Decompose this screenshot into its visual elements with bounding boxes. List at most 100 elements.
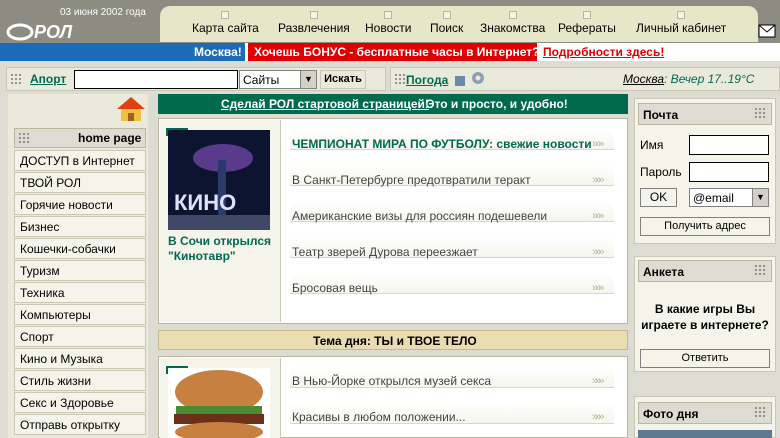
weather-link[interactable]: Погода [406, 73, 448, 87]
menu-item-label: Новости [365, 21, 412, 35]
photo-text: КИНО [174, 190, 236, 215]
chevrons-right-icon: »»» [592, 138, 604, 150]
search-scope-value: Сайты [243, 73, 280, 87]
photo-day-title: Фото дня [643, 407, 699, 421]
chevrons-right-icon: »»» [592, 375, 604, 387]
chevrons-right-icon: »»» [592, 210, 604, 222]
menu-dot-icon [582, 11, 591, 19]
chevron-down-icon: ▼ [300, 71, 316, 88]
rol-logo[interactable]: РОЛ [6, 18, 106, 42]
mail-icon[interactable] [758, 24, 776, 38]
nav-item-cinema-music[interactable]: Кино и Музыка [14, 348, 146, 369]
topic-of-day-title[interactable]: Тема дня: ТЫ и ТВОЕ ТЕЛО [313, 334, 477, 348]
banner-city: Москва! [194, 45, 242, 59]
weather-gear-icon[interactable] [454, 70, 488, 88]
chevrons-right-icon: »»» [592, 174, 604, 186]
headline-link[interactable]: Красивы в любом положении... [292, 410, 466, 424]
menu-item-label: Поиск [430, 21, 464, 35]
menu-item-search[interactable]: Поиск [430, 11, 464, 35]
headline-link[interactable]: Бросовая вещь [292, 281, 378, 295]
search-input[interactable] [74, 70, 238, 89]
weather-value: : Вечер 17..19°С [664, 72, 755, 86]
nav-item-business[interactable]: Бизнес [14, 216, 146, 237]
get-address-button[interactable]: Получить адрес [640, 217, 770, 236]
search-scope-select[interactable]: Сайты ▼ [239, 70, 317, 89]
chevrons-right-icon: »»» [592, 246, 604, 258]
nav-item-pets[interactable]: Кошечки-собачки [14, 238, 146, 259]
nav-item-technics[interactable]: Техника [14, 282, 146, 303]
headline-link[interactable]: Американские визы для россиян подешевели [292, 209, 547, 223]
banner-text-layer: Москва! Хочешь БОНУС - бесплатные часы в… [0, 43, 780, 61]
logo-text: РОЛ [34, 22, 73, 42]
nav-item-sport[interactable]: Спорт [14, 326, 146, 347]
weather-forecast: Москва: Вечер 17..19°С [623, 72, 754, 86]
menu-dot-icon [384, 11, 393, 19]
nav-item-computers[interactable]: Компьютеры [14, 304, 146, 325]
mail-password-label: Пароль [640, 165, 682, 179]
photo-day-image[interactable] [638, 430, 772, 438]
grip-icon [754, 107, 766, 119]
start-page-link[interactable]: Сделай РОЛ стартовой страницей! [221, 97, 429, 111]
grip-icon [754, 264, 766, 276]
main-menu: Карта сайта Развлечения Новости Поиск Зн… [160, 6, 758, 42]
grip-icon [10, 73, 22, 85]
chevron-down-icon: ▼ [752, 189, 768, 206]
mail-name-input[interactable] [689, 135, 769, 155]
headline-link[interactable]: В Нью-Йорке открылся музей секса [292, 374, 491, 388]
poll-title: Анкета [643, 265, 684, 279]
mail-domain-value: @email [693, 191, 734, 205]
nav-item-tourism[interactable]: Туризм [14, 260, 146, 281]
nav-item-sex-health[interactable]: Секс и Здоровье [14, 392, 146, 413]
home-page-link[interactable]: home page [78, 131, 141, 145]
kinotavr-photo[interactable]: КИНО [168, 130, 270, 230]
headline-link[interactable]: ЧЕМПИОНАТ МИРА ПО ФУТБОЛУ: свежие новост… [292, 137, 592, 151]
mail-domain-select[interactable]: @email ▼ [689, 188, 769, 207]
mail-title: Почта [643, 108, 679, 122]
menu-item-label: Личный кабинет [636, 21, 727, 35]
menu-item-news[interactable]: Новости [365, 11, 412, 35]
menu-item-dating[interactable]: Знакомства [480, 11, 546, 35]
menu-item-entertainment[interactable]: Развлечения [278, 11, 350, 35]
chevrons-right-icon: »»» [592, 282, 604, 294]
menu-dot-icon [442, 11, 451, 19]
start-page-text: Это и просто, и удобно! [426, 97, 568, 111]
poll-answer-button[interactable]: Ответить [640, 349, 770, 368]
nav-item-send-card[interactable]: Отправь открытку [14, 414, 146, 435]
aport-link[interactable]: Апорт [30, 72, 66, 86]
menu-item-label: Знакомства [480, 21, 546, 35]
grip-icon [754, 406, 766, 418]
menu-dot-icon [508, 11, 517, 19]
headline-link[interactable]: Театр зверей Дурова переезжает [292, 245, 478, 259]
news-divider [280, 120, 281, 322]
menu-item-account[interactable]: Личный кабинет [636, 11, 727, 35]
nav-item-your-rol[interactable]: ТВОЙ РОЛ [14, 172, 146, 193]
burger-photo[interactable] [168, 368, 270, 438]
menu-item-sitemap[interactable]: Карта сайта [192, 11, 259, 35]
search-button[interactable]: Искать [320, 70, 366, 89]
nav-item-lifestyle[interactable]: Стиль жизни [14, 370, 146, 391]
chevrons-right-icon: »»» [592, 411, 604, 423]
grip-icon [18, 132, 30, 144]
menu-item-label: Карта сайта [192, 21, 259, 35]
weather-city[interactable]: Москва [623, 72, 664, 86]
menu-item-label: Развлечения [278, 21, 350, 35]
topic-divider [280, 358, 281, 438]
home-icon[interactable] [116, 96, 146, 122]
menu-item-essays[interactable]: Рефераты [558, 11, 616, 35]
menu-dot-icon [309, 11, 318, 19]
menu-dot-icon [677, 11, 686, 19]
nav-item-hot-news[interactable]: Горячие новости [14, 194, 146, 215]
poll-question: В какие игры Вы играете в интернете? [641, 302, 769, 332]
mail-password-input[interactable] [689, 162, 769, 182]
nav-item-access[interactable]: ДОСТУП в Интернет [14, 150, 146, 171]
mail-name-label: Имя [640, 138, 664, 152]
mail-ok-button[interactable]: OK [640, 188, 677, 207]
headline-link[interactable]: В Санкт-Петербурге предотвратили теракт [292, 173, 531, 187]
photo-caption-link[interactable]: В Сочи открылся "Кинотавр" [168, 234, 278, 264]
banner-bonus-link[interactable]: Хочешь БОНУС - бесплатные часы в Интерне… [254, 45, 540, 59]
menu-item-label: Рефераты [558, 21, 616, 35]
banner-details-link[interactable]: Подробности здесь! [543, 45, 664, 59]
grip-icon [394, 73, 406, 85]
menu-dot-icon [221, 11, 230, 19]
header-date: 03 июня 2002 года [60, 7, 146, 18]
